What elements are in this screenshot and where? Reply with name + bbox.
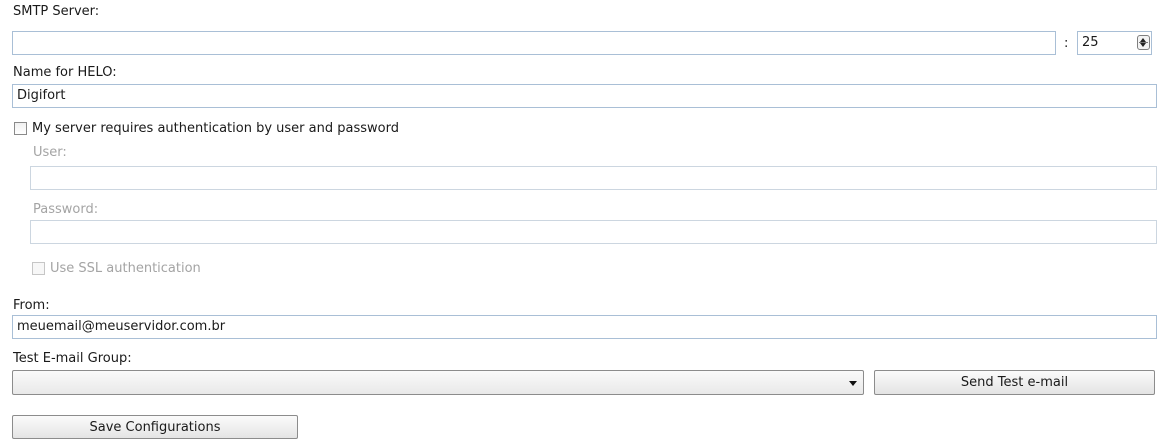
smtp-server-input[interactable] bbox=[12, 31, 1056, 55]
helo-input[interactable]: Digifort bbox=[12, 84, 1157, 108]
spinner-icon[interactable] bbox=[1137, 35, 1150, 50]
auth-checkbox[interactable] bbox=[14, 122, 27, 135]
port-separator: : bbox=[1064, 36, 1069, 51]
send-test-email-button[interactable]: Send Test e-mail bbox=[874, 370, 1155, 395]
auth-checkbox-label[interactable]: My server requires authentication by use… bbox=[32, 121, 399, 136]
ssl-checkbox[interactable] bbox=[32, 262, 45, 275]
password-label: Password: bbox=[33, 202, 99, 217]
from-input[interactable]: meuemail@meuservidor.com.br bbox=[12, 315, 1157, 339]
helo-label: Name for HELO: bbox=[13, 65, 117, 80]
test-group-dropdown[interactable] bbox=[12, 370, 864, 395]
chevron-down-icon[interactable] bbox=[849, 381, 857, 386]
user-input[interactable] bbox=[30, 166, 1157, 190]
ssl-checkbox-label[interactable]: Use SSL authentication bbox=[50, 261, 201, 276]
from-label: From: bbox=[13, 298, 50, 313]
smtp-server-label: SMTP Server: bbox=[13, 4, 100, 19]
smtp-port-value: 25 bbox=[1082, 35, 1099, 50]
spin-down-icon[interactable] bbox=[1140, 43, 1146, 47]
password-input[interactable] bbox=[30, 220, 1157, 244]
test-group-label: Test E-mail Group: bbox=[13, 351, 132, 366]
user-label: User: bbox=[33, 145, 67, 160]
save-configurations-button[interactable]: Save Configurations bbox=[12, 415, 298, 439]
